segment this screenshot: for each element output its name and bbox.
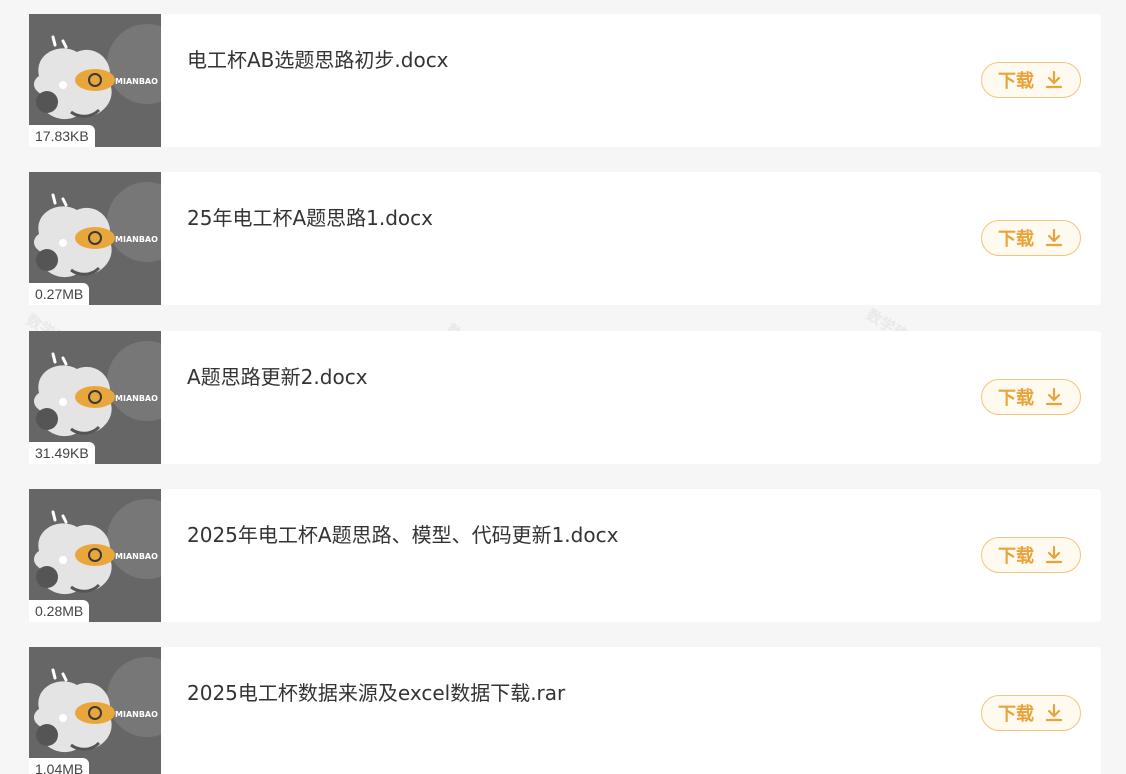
logo-text: MIANBAO: [115, 394, 158, 403]
logo-text: MIANBAO: [115, 235, 158, 244]
file-thumbnail: MIANBAO 0.27MB: [29, 172, 161, 305]
file-card[interactable]: MIANBAO 0.27MB 25年电工杯A题思路1.docx 下载: [29, 172, 1101, 305]
mianbao-logo-icon: MIANBAO: [29, 647, 161, 774]
file-size: 1.04MB: [29, 758, 90, 774]
download-button[interactable]: 下载: [981, 62, 1081, 98]
file-card[interactable]: MIANBAO 31.49KB A题思路更新2.docx 下载: [29, 331, 1101, 464]
file-size: 0.27MB: [29, 283, 90, 305]
download-label: 下载: [998, 546, 1034, 567]
file-size: 31.49KB: [29, 442, 95, 464]
download-arrow-icon: [1044, 228, 1064, 248]
download-arrow-icon: [1044, 545, 1064, 565]
download-label: 下载: [998, 229, 1034, 250]
download-arrow-icon: [1044, 387, 1064, 407]
download-label: 下载: [998, 388, 1034, 409]
file-size: 0.28MB: [29, 600, 90, 622]
logo-text: MIANBAO: [115, 710, 158, 719]
download-button[interactable]: 下载: [981, 537, 1081, 573]
file-card[interactable]: MIANBAO 17.83KB 电工杯AB选题思路初步.docx 下载: [29, 14, 1101, 147]
file-card[interactable]: MIANBAO 1.04MB 2025电工杯数据来源及excel数据下载.rar…: [29, 647, 1101, 774]
logo-text: MIANBAO: [115, 77, 158, 86]
logo-text: MIANBAO: [115, 552, 158, 561]
download-arrow-icon: [1044, 70, 1064, 90]
file-name[interactable]: 2025电工杯数据来源及excel数据下载.rar: [187, 677, 565, 706]
file-thumbnail: MIANBAO 17.83KB: [29, 14, 161, 147]
file-name[interactable]: 25年电工杯A题思路1.docx: [187, 202, 433, 231]
file-thumbnail: MIANBAO 31.49KB: [29, 331, 161, 464]
download-button[interactable]: 下载: [981, 220, 1081, 256]
file-thumbnail: MIANBAO 1.04MB: [29, 647, 161, 774]
download-label: 下载: [998, 71, 1034, 92]
file-thumbnail: MIANBAO 0.28MB: [29, 489, 161, 622]
file-name[interactable]: 电工杯AB选题思路初步.docx: [187, 44, 449, 73]
download-button[interactable]: 下载: [981, 695, 1081, 731]
file-card[interactable]: MIANBAO 0.28MB 2025年电工杯A题思路、模型、代码更新1.doc…: [29, 489, 1101, 622]
file-name[interactable]: A题思路更新2.docx: [187, 361, 368, 390]
download-arrow-icon: [1044, 703, 1064, 723]
download-label: 下载: [998, 704, 1034, 725]
file-size: 17.83KB: [29, 125, 95, 147]
download-button[interactable]: 下载: [981, 379, 1081, 415]
file-name[interactable]: 2025年电工杯A题思路、模型、代码更新1.docx: [187, 519, 618, 548]
file-list-page: 数学建模科研社 数学建模科研社 数学建模科研社 MIANBAO 17.83KB …: [0, 0, 1126, 774]
